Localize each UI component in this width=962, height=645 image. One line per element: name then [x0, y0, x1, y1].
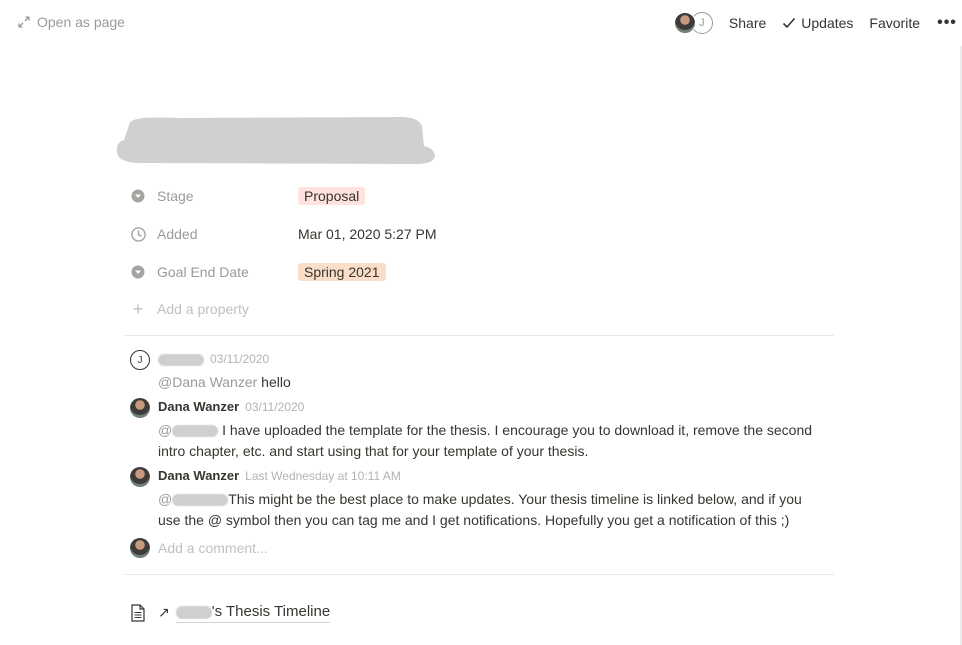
plus-icon: + [132, 299, 144, 319]
comment-author: Dana Wanzer [158, 468, 240, 483]
document-icon [131, 603, 145, 622]
redacted-name [175, 605, 212, 619]
mention[interactable]: @ [158, 491, 229, 507]
more-options-button[interactable]: ••• [936, 14, 958, 32]
property-goal-end-date[interactable]: Goal End Date Spring 2021 [130, 260, 386, 284]
linked-page-thesis-timeline[interactable]: ↗ 's Thesis Timeline [130, 602, 331, 623]
page-title-redacted [116, 116, 435, 164]
comment-text: This might be the best place to make upd… [158, 491, 802, 528]
avatar[interactable] [130, 398, 150, 418]
stage-tag[interactable]: Proposal [298, 187, 366, 205]
comment: J 03/11/2020 @Dana Wanzer hello [130, 350, 830, 390]
property-name: Added [157, 226, 198, 242]
open-as-page-label: Open as page [37, 14, 125, 30]
avatar[interactable] [130, 467, 150, 487]
clock-icon [130, 226, 146, 242]
comment-body: @ This might be the best place to make up… [158, 489, 828, 531]
add-comment-row[interactable]: Add a comment... [130, 538, 268, 558]
comment-author: Dana Wanzer [158, 399, 240, 414]
mention[interactable]: @Dana Wanzer [158, 374, 257, 390]
linked-page-title[interactable]: 's Thesis Timeline [175, 602, 331, 623]
comment-body: @ I have uploaded the template for the t… [158, 420, 828, 462]
comment: Dana Wanzer Last Wednesday at 10:11 AM @… [130, 467, 830, 529]
updates-label: Updates [801, 15, 854, 31]
avatar [130, 538, 150, 558]
property-name: Goal End Date [157, 264, 249, 280]
add-comment-input[interactable]: Add a comment... [158, 540, 268, 556]
comment-body: @Dana Wanzer hello [158, 372, 828, 393]
favorite-label: Favorite [869, 15, 920, 31]
linked-page-title-text: 's Thesis Timeline [211, 603, 331, 620]
updates-button[interactable]: Updates [782, 15, 853, 31]
comment-text: I have uploaded the template for the the… [158, 422, 813, 459]
mention[interactable]: @ [158, 422, 219, 438]
select-icon [130, 264, 146, 280]
avatar[interactable]: J [130, 350, 150, 370]
select-icon [130, 188, 146, 204]
share-button[interactable]: Share [729, 15, 766, 31]
share-label: Share [728, 15, 767, 31]
goal-end-date-tag[interactable]: Spring 2021 [298, 263, 386, 281]
collaborator-avatars[interactable]: J [673, 12, 713, 34]
favorite-button[interactable]: Favorite [869, 15, 920, 31]
open-as-page-button[interactable]: Open as page [18, 14, 125, 30]
property-name: Stage [157, 188, 194, 204]
comment-text: hello [257, 374, 291, 390]
add-property-label: Add a property [157, 301, 249, 317]
top-bar: Open as page J Share Updates Favorite ••… [0, 0, 962, 46]
property-added[interactable]: Added Mar 01, 2020 5:27 PM [130, 222, 437, 246]
added-date-value: Mar 01, 2020 5:27 PM [298, 226, 437, 242]
expand-diagonal-icon [18, 16, 30, 28]
divider [124, 574, 834, 575]
avatar[interactable] [673, 12, 696, 34]
add-property-button[interactable]: + Add a property [130, 300, 249, 318]
divider [124, 335, 834, 336]
comment-timestamp: Last Wednesday at 10:11 AM [245, 469, 401, 483]
comment: Dana Wanzer 03/11/2020 @ I have uploaded… [130, 398, 830, 460]
comment-author-redacted [158, 351, 204, 366]
link-arrow-icon: ↗ [158, 604, 170, 620]
property-stage[interactable]: Stage Proposal [130, 184, 366, 208]
comment-timestamp: 03/11/2020 [245, 400, 305, 414]
comment-timestamp: 03/11/2020 [210, 352, 270, 366]
checkmark-icon [783, 17, 796, 29]
